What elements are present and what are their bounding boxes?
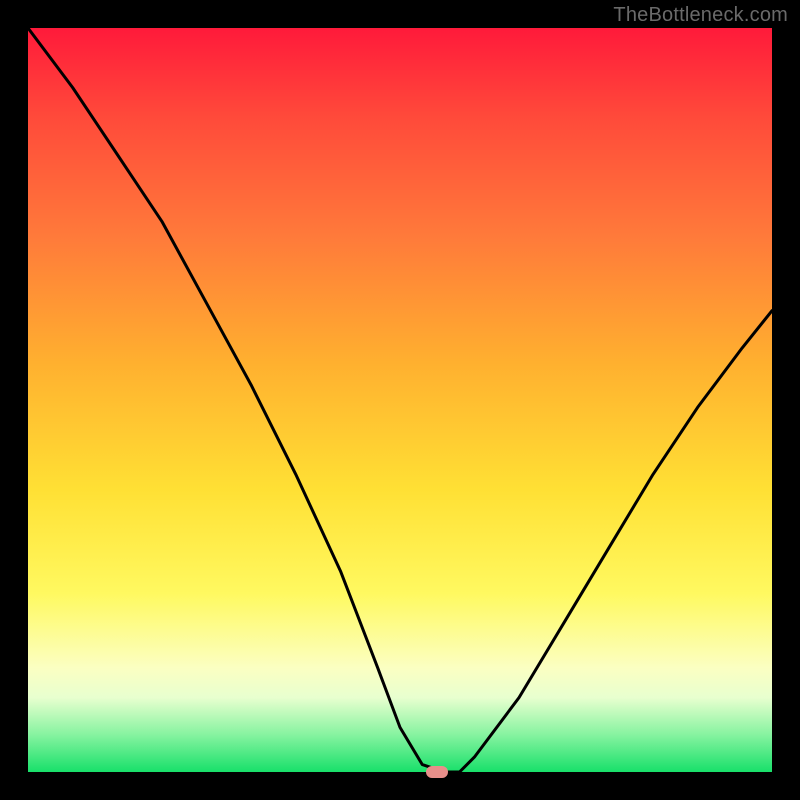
plot-area [28,28,772,772]
watermark-label: TheBottleneck.com [613,4,788,27]
optimum-marker [426,766,448,778]
bottleneck-curve [28,28,772,772]
chart-frame: TheBottleneck.com [0,0,800,800]
